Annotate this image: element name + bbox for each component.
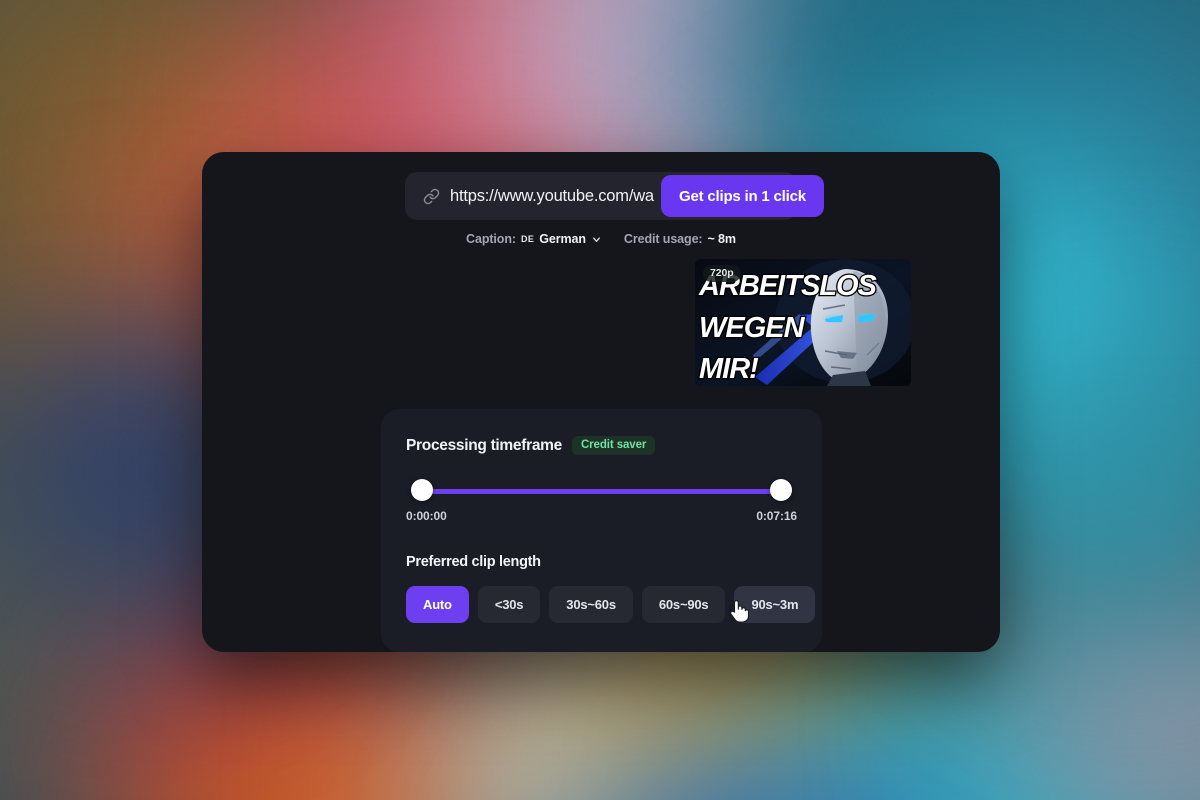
chevron-down-icon[interactable] xyxy=(591,234,602,245)
video-meta-row: Caption: DE German Credit usage: ~ 8m xyxy=(202,232,1000,246)
caption-label: Caption: xyxy=(466,232,516,246)
settings-card: Processing timeframe Credit saver 0:00:0… xyxy=(381,409,822,652)
clip-length-option-30s-60s[interactable]: 30s~60s xyxy=(549,586,633,623)
timeframe-end-time: 0:07:16 xyxy=(756,509,797,523)
clip-length-title: Preferred clip length xyxy=(406,554,541,570)
timeframe-title: Processing timeframe xyxy=(406,436,562,454)
svg-text:MIR!: MIR! xyxy=(699,353,759,385)
clip-length-options: Auto <30s 30s~60s 60s~90s 90s~3m xyxy=(406,586,816,623)
svg-text:WEGEN: WEGEN xyxy=(699,312,806,344)
clip-length-option-90s-3m[interactable]: 90s~3m xyxy=(734,586,816,623)
app-window: https://www.youtube.com/wa Get clips in … xyxy=(202,152,1000,652)
caption-language-code: DE xyxy=(520,234,535,244)
slider-handle-start[interactable] xyxy=(411,479,433,501)
clip-length-option-60s-90s[interactable]: 60s~90s xyxy=(641,586,726,623)
caption-language-name: German xyxy=(539,232,586,246)
link-icon xyxy=(423,188,440,205)
video-thumbnail[interactable]: ARBEITSLOS WEGEN MIR! 720p xyxy=(695,259,911,386)
credit-usage-value: ~ 8m xyxy=(707,232,736,246)
clip-length-section: Preferred clip length Auto <30s 30s~60s … xyxy=(406,554,816,623)
slider-handle-end[interactable] xyxy=(770,479,792,501)
timeframe-range-slider[interactable] xyxy=(406,479,797,503)
url-bar-row: https://www.youtube.com/wa Get clips in … xyxy=(405,172,824,220)
timeframe-labels: 0:00:00 0:07:16 xyxy=(406,509,797,523)
video-quality-badge: 720p xyxy=(703,265,741,282)
clip-length-option-under-30s[interactable]: <30s xyxy=(477,586,541,623)
timeframe-header: Processing timeframe Credit saver xyxy=(406,436,797,455)
slider-selected-range xyxy=(422,489,781,494)
timeframe-start-time: 0:00:00 xyxy=(406,509,447,523)
get-clips-button[interactable]: Get clips in 1 click xyxy=(661,175,824,217)
caption-selector[interactable]: Caption: DE German xyxy=(466,232,602,246)
credit-usage: Credit usage: ~ 8m xyxy=(624,232,736,246)
credit-usage-label: Credit usage: xyxy=(623,232,703,246)
credit-saver-badge: Credit saver xyxy=(571,436,656,455)
clip-length-option-auto[interactable]: Auto xyxy=(406,586,469,623)
